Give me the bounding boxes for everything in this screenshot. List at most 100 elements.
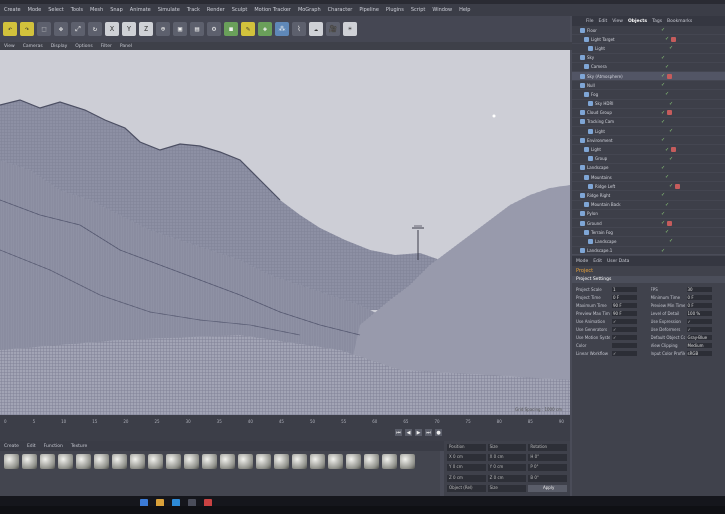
visibility-check-icon[interactable]: ✓ (669, 183, 673, 189)
material-swatch[interactable] (292, 454, 307, 469)
object-row[interactable]: Environment ✓ (572, 136, 725, 146)
light-icon[interactable]: ☀ (343, 22, 357, 36)
material-tag-icon[interactable] (667, 220, 673, 226)
attribute-value-field[interactable]: sRGB (686, 350, 712, 356)
attribute-value-field[interactable]: 0 F (612, 294, 637, 300)
attr-menu-user-data[interactable]: User Data (607, 259, 629, 264)
coordinate-field[interactable]: X 0 cm (487, 454, 527, 462)
material-menu-function[interactable]: Function (44, 444, 63, 449)
menu-item-motion-tracker[interactable]: Motion Tracker (254, 7, 291, 13)
menu-item-select[interactable]: Select (48, 7, 63, 13)
deformer-icon[interactable]: ⌇ (292, 22, 306, 36)
object-row[interactable]: Light ✓ (572, 44, 725, 54)
menu-item-tools[interactable]: Tools (71, 7, 83, 13)
menu-item-script[interactable]: Script (411, 7, 426, 13)
attribute-value-field[interactable]: 1 (612, 286, 637, 292)
object-row[interactable]: Floor ✓ (572, 26, 725, 36)
object-row[interactable]: Pylon ✓ (572, 210, 725, 219)
attribute-value-field[interactable] (612, 342, 637, 348)
visibility-check-icon[interactable]: ✓ (669, 156, 673, 162)
material-swatch[interactable] (4, 454, 19, 469)
menu-item-character[interactable]: Character (328, 7, 353, 13)
timeline-ruler[interactable]: 0 5 10 15 20 25 30 35 40 45 50 55 60 65 70 75 80 85 90 (4, 419, 564, 427)
object-row[interactable]: Sky HDRI ✓ (572, 100, 725, 109)
material-swatch[interactable] (184, 454, 199, 469)
object-row[interactable]: Ground ✓ (572, 219, 725, 229)
attribute-value-field[interactable]: ✓ (686, 318, 712, 324)
coordinate-field[interactable]: X 0 cm (447, 454, 486, 462)
attribute-value-field[interactable]: ✓ (612, 318, 637, 324)
object-row[interactable]: Group ✓ (572, 155, 725, 164)
material-swatch[interactable] (238, 454, 253, 469)
material-swatch[interactable] (22, 454, 37, 469)
object-row[interactable]: Terrain Fog ✓ (572, 228, 725, 238)
material-swatch[interactable] (148, 454, 163, 469)
visibility-check-icon[interactable]: ✓ (665, 147, 669, 153)
object-row[interactable]: Mountain Back ✓ (572, 201, 725, 210)
visibility-check-icon[interactable]: ✓ (665, 202, 669, 208)
coordinate-field[interactable]: B 0° (528, 474, 567, 482)
menu-item-mesh[interactable]: Mesh (90, 7, 103, 13)
menu-item-plugins[interactable]: Plugins (386, 7, 404, 13)
attribute-value-field[interactable]: ✓ (612, 334, 637, 340)
play-backwards-button[interactable]: ◀ (405, 429, 412, 436)
material-swatch[interactable] (94, 454, 109, 469)
attribute-value-field[interactable]: ✓ (612, 326, 637, 332)
material-swatch[interactable] (112, 454, 127, 469)
menu-item-sculpt[interactable]: Sculpt (232, 7, 248, 13)
attribute-value-field[interactable]: ✓ (612, 350, 637, 356)
visibility-check-icon[interactable]: ✓ (661, 211, 665, 217)
viewport-menu-cameras[interactable]: Cameras (23, 44, 43, 49)
play-button[interactable]: ▶ (415, 429, 422, 436)
viewport-menu-filter[interactable]: Filter (101, 44, 112, 49)
attribute-value-field[interactable]: 0 F (686, 294, 712, 300)
visibility-check-icon[interactable]: ✓ (661, 55, 665, 61)
object-row[interactable]: Sky (Atmosphere) ✓ (572, 71, 725, 82)
object-row[interactable]: Mountains ✓ (572, 173, 725, 183)
material-swatch[interactable] (400, 454, 415, 469)
visibility-check-icon[interactable]: ✓ (669, 45, 673, 51)
object-row[interactable]: Fog ✓ (572, 90, 725, 100)
object-manager-tab-bookmarks[interactable]: Bookmarks (667, 19, 692, 24)
object-row[interactable]: Landscape ✓ (572, 237, 725, 247)
coordinate-field[interactable]: Z 0 cm (487, 474, 527, 482)
viewport-menu-view[interactable]: View (4, 44, 15, 49)
visibility-check-icon[interactable]: ✓ (661, 119, 665, 125)
menu-item-animate[interactable]: Animate (130, 7, 151, 13)
render-picture-viewer-icon[interactable]: ▤ (190, 22, 204, 36)
material-tag-icon[interactable] (671, 36, 677, 42)
undo-icon[interactable]: ↶ (3, 22, 17, 36)
menu-item-help[interactable]: Help (459, 7, 470, 13)
attribute-value-field[interactable]: Gray-Blue (686, 334, 712, 340)
render-settings-icon[interactable]: ⚙ (207, 22, 221, 36)
visibility-check-icon[interactable]: ✓ (661, 248, 665, 254)
object-manager-tab-objects[interactable]: Objects (628, 19, 647, 24)
material-menu-texture[interactable]: Texture (71, 444, 87, 449)
coordinate-field[interactable]: Size (487, 444, 527, 451)
visibility-check-icon[interactable]: ✓ (665, 36, 669, 42)
object-manager-tab-file[interactable]: File (586, 19, 594, 24)
visibility-check-icon[interactable]: ✓ (669, 238, 673, 244)
material-menu-edit[interactable]: Edit (27, 444, 36, 449)
render-view-icon[interactable]: ▣ (173, 22, 187, 36)
axis-y-button[interactable]: Y (122, 22, 136, 36)
redo-icon[interactable]: ↷ (20, 22, 34, 36)
material-swatch[interactable] (274, 454, 289, 469)
attribute-value-field[interactable]: 30 (686, 286, 712, 292)
attr-menu-mode[interactable]: Mode (576, 259, 588, 264)
object-manager-tab-tags[interactable]: Tags (652, 19, 662, 24)
menu-item-create[interactable]: Create (4, 7, 21, 13)
viewport-menu-options[interactable]: Options (75, 44, 92, 49)
material-swatch[interactable] (256, 454, 271, 469)
spline-pen-icon[interactable]: ✎ (241, 22, 255, 36)
viewport-menu-panel[interactable]: Panel (120, 44, 132, 49)
object-manager-tab-view[interactable]: View (612, 19, 623, 24)
coordinate-field[interactable]: Object (Rel) (447, 484, 486, 492)
material-swatch[interactable] (382, 454, 397, 469)
object-row[interactable]: Sky ✓ (572, 54, 725, 63)
cube-icon[interactable]: ◼ (224, 22, 238, 36)
material-swatch[interactable] (310, 454, 325, 469)
visibility-check-icon[interactable]: ✓ (665, 91, 669, 97)
rotate-icon[interactable]: ↻ (88, 22, 102, 36)
object-row[interactable]: Light Target ✓ (572, 35, 725, 45)
